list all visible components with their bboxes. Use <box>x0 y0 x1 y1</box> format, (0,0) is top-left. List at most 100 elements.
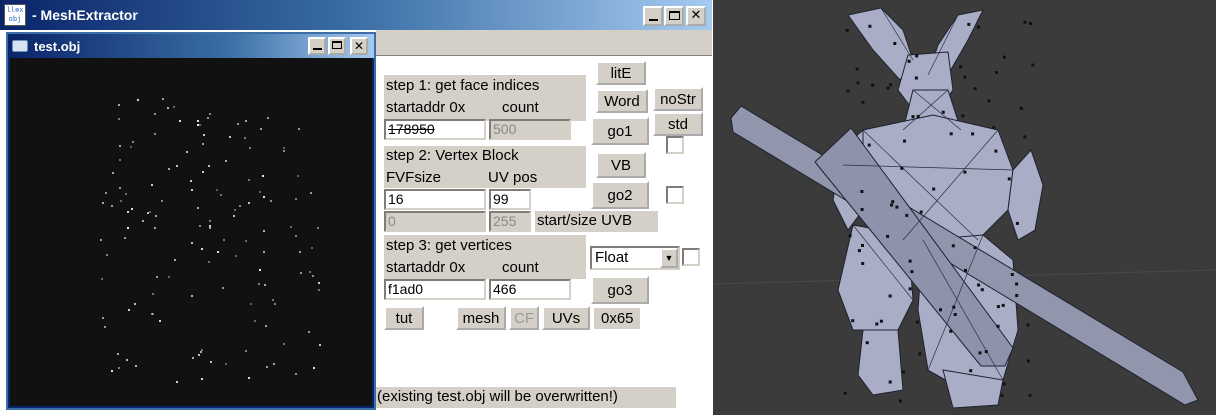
close-button[interactable]: ✕ <box>686 6 706 26</box>
vertex-point <box>217 251 220 254</box>
vertex-point <box>201 247 204 250</box>
vertex-point <box>209 360 212 363</box>
vertex-point <box>153 112 156 115</box>
mesh-button[interactable]: mesh <box>456 306 506 330</box>
lite-button[interactable]: litE <box>596 61 646 85</box>
vertex-point <box>270 199 273 202</box>
mesh-vertex-marker <box>890 203 894 207</box>
mesh-vertex-marker <box>996 305 1000 309</box>
vertex-point <box>294 234 297 237</box>
step1-startaddr-input[interactable]: 178950 <box>384 119 486 140</box>
vertex-point <box>310 192 313 195</box>
step2-uvb-size-input[interactable]: 255 <box>489 211 531 232</box>
vertex-point <box>259 268 262 271</box>
mesh-vertex-marker <box>949 329 953 333</box>
overwrite-warning: (existing test.obj will be overwritten!) <box>377 388 618 405</box>
step3-count-input[interactable]: 466 <box>489 279 571 300</box>
mesh-vertex-marker <box>959 65 963 69</box>
nostr-button[interactable]: noStr <box>653 87 703 111</box>
mesh-vertex-marker <box>969 369 973 373</box>
step2-uvb-start-input[interactable]: 0 <box>384 211 486 232</box>
cf-button[interactable]: CF <box>509 306 539 330</box>
mesh-vertex-marker <box>900 166 904 170</box>
mesh-vertex-marker <box>845 28 849 32</box>
mesh-vertex-marker <box>898 399 902 403</box>
mesh-vertex-marker <box>843 391 847 395</box>
maximize-button[interactable] <box>664 6 684 26</box>
vertex-point <box>245 240 248 243</box>
vertex-point <box>101 202 104 205</box>
vertex-point <box>127 211 130 214</box>
mesh-vertex-marker <box>939 308 942 312</box>
step1-count-input[interactable]: 500 <box>489 119 571 140</box>
step2-fvfsize-input[interactable]: 16 <box>384 189 486 210</box>
go1-button[interactable]: go1 <box>591 117 649 145</box>
vertex-point <box>238 205 241 208</box>
vertex-point <box>160 200 163 203</box>
step1-title: step 1: get face indices <box>386 77 540 94</box>
vertex-point <box>200 350 203 353</box>
mesh-vertex-marker <box>1015 282 1019 286</box>
vertex-point <box>290 225 293 228</box>
vertex-point <box>127 309 130 312</box>
vertex-point <box>126 226 129 229</box>
vertex-point <box>119 200 122 203</box>
mesh-vertex-marker <box>980 288 984 292</box>
vertex-point <box>282 149 285 152</box>
vertex-point <box>133 303 136 306</box>
mesh-vertex-marker <box>1029 22 1032 25</box>
main-title-bar[interactable]: ll⊗x obj - MeshExtractor <box>0 0 712 30</box>
mesh-vertex-marker <box>875 322 879 326</box>
child-minimize-button[interactable] <box>308 37 326 55</box>
tut-button[interactable]: tut <box>384 306 424 330</box>
start-size-uvb-label: start/size UVB <box>537 212 633 229</box>
word-button[interactable]: Word <box>596 89 648 113</box>
step1-checkbox[interactable] <box>666 136 684 154</box>
uvs-button[interactable]: UVs <box>542 306 590 330</box>
vertex-point <box>168 276 171 279</box>
mesh-vertex-marker <box>915 320 919 324</box>
point-cloud-viewport[interactable] <box>10 58 372 406</box>
step2-checkbox[interactable] <box>666 186 684 204</box>
vertex-point <box>141 219 144 222</box>
step1-startaddr-label: startaddr 0x <box>386 99 466 116</box>
vb-button[interactable]: VB <box>596 152 646 178</box>
mesh-vertex-marker <box>911 115 915 119</box>
vertex-point <box>118 117 121 120</box>
vertex-point <box>131 207 134 210</box>
3d-model-view[interactable] <box>713 0 1216 415</box>
step2-uvpos-input[interactable]: 99 <box>489 189 531 210</box>
step3-startaddr-label: startaddr 0x <box>386 259 466 276</box>
vertex-point <box>118 159 121 162</box>
child-maximize-button[interactable] <box>328 37 346 55</box>
child-close-button[interactable]: ✕ <box>350 37 368 55</box>
chevron-down-icon[interactable]: ▼ <box>660 248 678 268</box>
mesh-render <box>713 7 1216 409</box>
format-select[interactable]: Float ▼ <box>590 246 680 270</box>
step3-checkbox[interactable] <box>682 248 700 266</box>
mesh-vertex-marker <box>902 370 906 374</box>
app-title: - MeshExtractor <box>32 7 138 23</box>
vertex-point <box>196 207 199 210</box>
vertex-point <box>135 364 138 367</box>
go2-button[interactable]: go2 <box>591 181 649 209</box>
mesh-vertex-marker <box>1028 393 1032 397</box>
mesh-vertex-marker <box>856 81 860 85</box>
vertex-point <box>235 254 238 257</box>
minimize-button[interactable] <box>643 6 663 26</box>
mesh-vertex-marker <box>996 324 1000 328</box>
mesh-vertex-marker <box>953 313 957 316</box>
step3-startaddr-input[interactable]: f1ad0 <box>384 279 486 300</box>
vertex-point <box>265 324 268 327</box>
std-button[interactable]: std <box>653 112 703 136</box>
vertex-point <box>216 189 219 192</box>
maximize-icon <box>668 11 680 20</box>
mesh-vertex-marker <box>978 351 982 355</box>
mesh-vertex-marker <box>976 25 980 29</box>
hex-readout: 0x65 <box>601 310 634 327</box>
vertex-point <box>130 145 133 148</box>
mesh-vertex-marker <box>1000 394 1004 398</box>
go3-button[interactable]: go3 <box>591 276 649 304</box>
mesh-vertex-marker <box>846 89 850 93</box>
format-select-value: Float <box>595 249 629 266</box>
